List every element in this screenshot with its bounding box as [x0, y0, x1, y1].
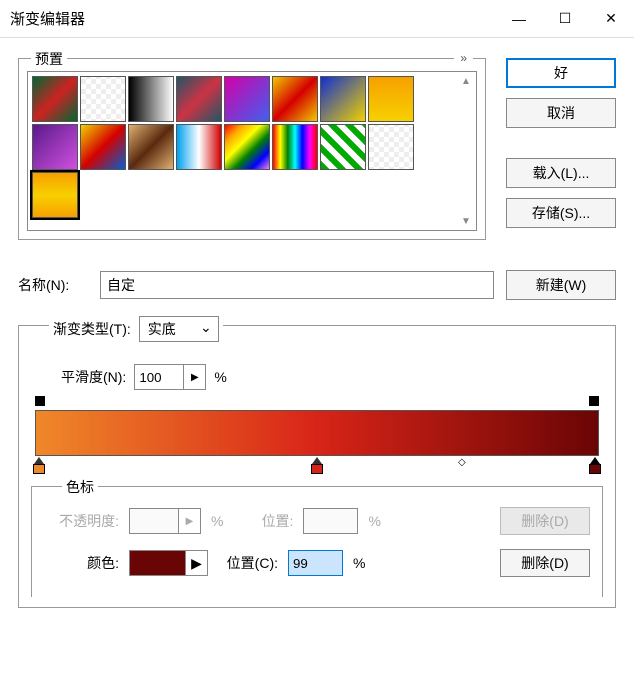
- preset-swatch[interactable]: [80, 76, 126, 122]
- opacity-input: [129, 508, 179, 534]
- color-label: 颜色:: [44, 553, 119, 573]
- preset-swatch[interactable]: [128, 76, 174, 122]
- opacity-stop[interactable]: [587, 396, 601, 410]
- preset-swatch[interactable]: [224, 124, 270, 170]
- opacity-pos-input: [303, 508, 358, 534]
- preset-swatch[interactable]: [320, 124, 366, 170]
- name-label: 名称(N):: [18, 275, 88, 295]
- opacity-stop[interactable]: [33, 396, 47, 410]
- scroll-up-icon[interactable]: ▲: [458, 74, 474, 88]
- new-button[interactable]: 新建(W): [506, 270, 616, 300]
- close-button[interactable]: ✕: [588, 0, 634, 38]
- preset-swatch[interactable]: [320, 76, 366, 122]
- smoothness-input[interactable]: [134, 364, 184, 390]
- gradient-type-select[interactable]: 实底: [139, 316, 219, 342]
- stops-group: 色标 不透明度: ▶ % 位置: % 删除(D) 颜色: ▶ 位置(: [31, 486, 603, 597]
- save-button[interactable]: 存储(S)...: [506, 198, 616, 228]
- preset-swatch[interactable]: [80, 124, 126, 170]
- delete-color-button[interactable]: 删除(D): [500, 549, 590, 577]
- midpoint-icon[interactable]: ◇: [458, 457, 466, 468]
- scroll-down-icon[interactable]: ▼: [458, 214, 474, 228]
- opacity-label: 不透明度:: [44, 511, 119, 531]
- percent-label: %: [211, 513, 223, 529]
- window-title: 渐变编辑器: [10, 8, 496, 29]
- presets-box: ▲ ▼: [27, 71, 477, 231]
- name-input[interactable]: [100, 271, 494, 299]
- presets-group: 预置 » ▲ ▼: [18, 58, 486, 240]
- preset-swatch[interactable]: [176, 124, 222, 170]
- preset-swatch[interactable]: [368, 76, 414, 122]
- gradient-type-label: 渐变类型(T):: [53, 319, 131, 339]
- gradient-bar[interactable]: [35, 410, 599, 456]
- preset-swatch[interactable]: [272, 124, 318, 170]
- color-pos-label: 位置(C):: [218, 553, 278, 573]
- gradient-group: 渐变类型(T): 实底 平滑度(N): ▶ % ◇: [18, 325, 616, 608]
- preset-swatch-selected[interactable]: [32, 172, 78, 218]
- preset-swatch[interactable]: [272, 76, 318, 122]
- preset-swatch[interactable]: [32, 76, 78, 122]
- presets-expand-icon[interactable]: »: [454, 51, 473, 65]
- preset-swatch[interactable]: [368, 124, 414, 170]
- preset-swatch[interactable]: [224, 76, 270, 122]
- load-button[interactable]: 载入(L)...: [506, 158, 616, 188]
- smoothness-spin-icon[interactable]: ▶: [184, 364, 206, 390]
- preset-swatch[interactable]: [176, 76, 222, 122]
- maximize-button[interactable]: ☐: [542, 0, 588, 38]
- delete-opacity-button: 删除(D): [500, 507, 590, 535]
- color-stop[interactable]: [31, 457, 47, 474]
- opacity-spin-icon: ▶: [179, 508, 201, 534]
- presets-label: 预置: [31, 49, 67, 69]
- color-stop-selected[interactable]: [587, 457, 603, 474]
- ok-button[interactable]: 好: [506, 58, 616, 88]
- color-stop[interactable]: [309, 457, 325, 474]
- percent-label: %: [368, 513, 380, 529]
- percent-label: %: [353, 555, 365, 571]
- color-well[interactable]: ▶: [129, 550, 208, 576]
- color-swatch[interactable]: [130, 551, 185, 575]
- opacity-pos-label: 位置:: [233, 511, 293, 531]
- cancel-button[interactable]: 取消: [506, 98, 616, 128]
- color-arrow-icon[interactable]: ▶: [185, 551, 207, 575]
- preset-swatch[interactable]: [32, 124, 78, 170]
- gradient-bar-area: ◇: [35, 410, 599, 456]
- stops-label: 色标: [62, 477, 98, 497]
- percent-label: %: [214, 369, 226, 385]
- smoothness-label: 平滑度(N):: [61, 367, 126, 387]
- minimize-button[interactable]: —: [496, 0, 542, 38]
- preset-swatch[interactable]: [128, 124, 174, 170]
- color-pos-input[interactable]: [288, 550, 343, 576]
- titlebar: 渐变编辑器 — ☐ ✕: [0, 0, 634, 38]
